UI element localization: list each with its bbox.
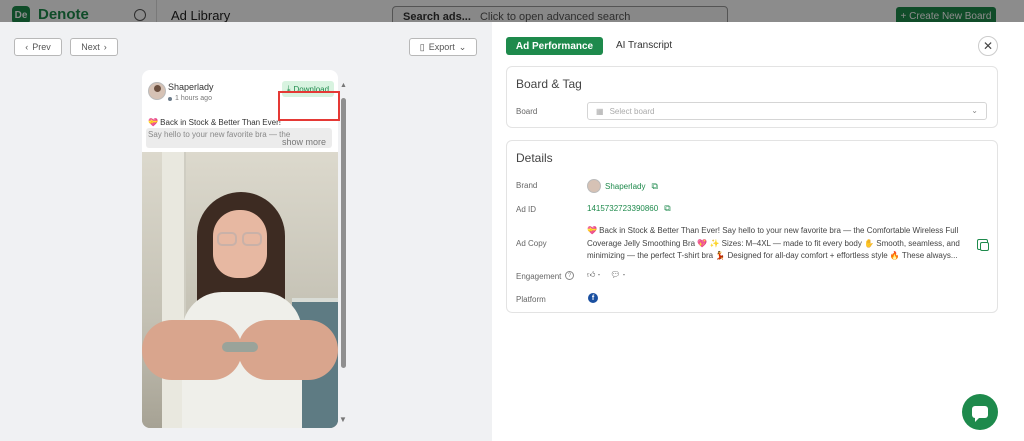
tab-ad-performance[interactable]: Ad Performance [506, 37, 603, 55]
posted-time: 1 hours ago [175, 95, 212, 102]
tab-ai-transcript[interactable]: AI Transcript [616, 40, 672, 51]
chevron-down-icon: ⌄ [971, 106, 978, 115]
details-title: Details [516, 151, 553, 165]
ad-info-pane: Ad Performance AI Transcript ✕ Board & T… [492, 22, 1024, 441]
chevron-left-icon: ‹ [25, 42, 29, 52]
brand-label: Brand [516, 181, 538, 190]
prev-label: Prev [32, 42, 51, 52]
export-button[interactable]: ▯ Export ⌄ [409, 38, 477, 56]
board-tag-card: Board & Tag Board ▦ Select board ⌄ [506, 66, 998, 128]
ad-preview-pane: ‹ Prev Next › ▯ Export ⌄ Shaperlady 1 ho… [0, 22, 492, 441]
board-placeholder: Select board [609, 106, 655, 116]
comments-value: - [622, 270, 626, 279]
overlay-dim [0, 0, 1024, 24]
download-highlight-box [278, 91, 340, 121]
next-label: Next [81, 42, 100, 52]
info-icon[interactable]: ? [565, 271, 574, 280]
platform-label: Platform [516, 295, 546, 304]
board-tag-title: Board & Tag [516, 77, 582, 91]
thumbs-up-icon: 👍︎ [587, 270, 596, 279]
likes-value: - [597, 270, 601, 279]
scroll-down-arrow-icon[interactable]: ▼ [339, 415, 347, 424]
comments-metric: 💬︎ - [610, 270, 625, 280]
brand-avatar-small [587, 179, 601, 193]
file-icon: ▯ [419, 41, 425, 52]
ad-id-value: 1415732723390860 [587, 204, 659, 213]
show-more-link[interactable]: show more [282, 137, 326, 147]
chevron-right-icon: › [103, 42, 107, 52]
ad-copy-value: 💝 Back in Stock & Better Than Ever! Say … [587, 226, 960, 260]
board-select[interactable]: ▦ Select board ⌄ [587, 102, 987, 120]
scroll-up-arrow-icon[interactable]: ▲ [340, 82, 347, 89]
brand-avatar [148, 82, 166, 100]
status-dot-icon [168, 96, 172, 101]
board-label: Board [516, 107, 538, 116]
external-link-icon[interactable]: ⧉ [651, 181, 657, 192]
ad-card: Shaperlady 1 hours ago ⤓ Download 💝 Back… [142, 70, 338, 428]
comment-icon: 💬︎ [610, 270, 621, 279]
app-header: De Denote Ad Library Search ads... Click… [0, 0, 1024, 26]
ad-detail-modal: ‹ Prev Next › ▯ Export ⌄ Shaperlady 1 ho… [0, 22, 1024, 441]
engagement-metrics: 👍︎ - 💬︎ - [587, 270, 625, 280]
chat-support-button[interactable] [962, 394, 998, 430]
grid-icon: ▦ [596, 106, 604, 116]
close-icon[interactable]: ✕ [978, 36, 998, 56]
export-label: Export [428, 42, 455, 52]
details-card: Details Brand Shaperlady ⧉ Ad ID 1415732… [506, 140, 998, 313]
chevron-down-icon: ⌄ [458, 41, 467, 52]
image-glasses-left [217, 232, 237, 246]
chat-icon [972, 406, 988, 422]
ad-creative-image[interactable] [142, 152, 338, 428]
external-link-icon[interactable]: ⧉ [664, 203, 670, 214]
engagement-label: Engagement [516, 272, 562, 281]
ad-id-link[interactable]: 1415732723390860 ⧉ [587, 203, 671, 214]
ad-timestamp: 1 hours ago [168, 95, 212, 102]
ad-id-label: Ad ID [516, 205, 537, 214]
ad-headline: 💝 Back in Stock & Better Than Ever! [148, 118, 281, 127]
copy-icon[interactable] [977, 239, 989, 251]
ad-brand-name: Shaperlady [168, 82, 214, 92]
facebook-icon: f [588, 293, 598, 303]
likes-metric: 👍︎ - [587, 270, 600, 280]
prev-button[interactable]: ‹ Prev [14, 38, 62, 56]
scrollbar-thumb[interactable] [341, 98, 346, 368]
brand-value: Shaperlady [605, 181, 646, 191]
next-button[interactable]: Next › [70, 38, 118, 56]
image-glasses-right [242, 232, 262, 246]
image-band [222, 342, 258, 352]
brand-link[interactable]: Shaperlady ⧉ [587, 179, 658, 193]
ad-copy-label: Ad Copy [516, 239, 547, 248]
